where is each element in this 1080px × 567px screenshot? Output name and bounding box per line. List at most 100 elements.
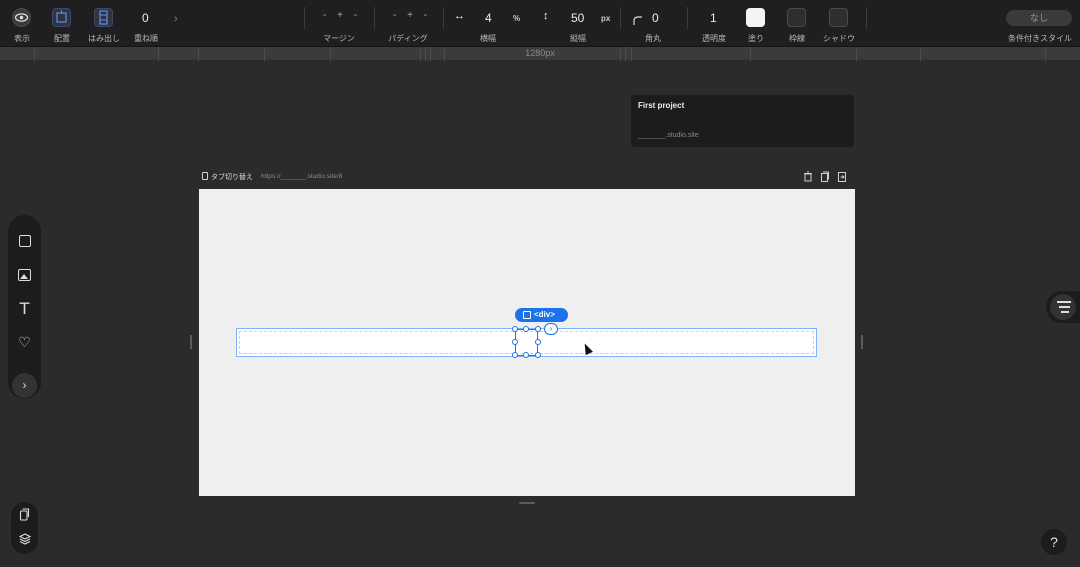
- canvas-header: タブ切り替え https://_______.studio.site/8: [199, 170, 855, 185]
- layout-label: 配置: [54, 34, 70, 43]
- element-tag-badge[interactable]: <div>: [515, 308, 568, 322]
- canvas-bottom-resize-handle[interactable]: [519, 502, 535, 504]
- layout-button[interactable]: 配置: [49, 0, 75, 47]
- border-swatch[interactable]: [787, 8, 806, 27]
- height-arrows-icon: ↕: [543, 10, 549, 22]
- height-control[interactable]: ↕ 50 px 縦幅: [540, 0, 616, 47]
- opacity-label: 透明度: [702, 34, 726, 43]
- zorder-value[interactable]: 0: [142, 11, 149, 25]
- image-icon: [18, 269, 31, 281]
- width-value[interactable]: 4: [485, 11, 492, 25]
- conditional-style-label: 条件付きスタイル: [1008, 34, 1072, 43]
- width-control[interactable]: ↔ 4 % 横幅: [450, 0, 526, 47]
- fill-control[interactable]: 塗り: [743, 0, 769, 47]
- help-button[interactable]: ?: [1041, 529, 1067, 555]
- resize-handle[interactable]: [512, 352, 518, 358]
- border-label: 枠線: [789, 34, 805, 43]
- tab-toggle-label: タブ切り替え: [211, 174, 253, 181]
- resize-handle[interactable]: [512, 339, 518, 345]
- width-unit[interactable]: %: [513, 14, 520, 23]
- resize-handle[interactable]: [535, 352, 541, 358]
- element-tag-label: <div>: [534, 310, 555, 319]
- fill-label: 塗り: [748, 34, 764, 43]
- breakpoint-ruler[interactable]: 1280px: [0, 47, 1080, 61]
- overflow-icon: [94, 8, 113, 27]
- text-icon: T: [19, 299, 30, 318]
- border-control[interactable]: 枠線: [784, 0, 810, 47]
- shadow-swatch[interactable]: [829, 8, 848, 27]
- add-image-button[interactable]: [8, 261, 41, 289]
- canvas[interactable]: <div> ›: [199, 189, 855, 496]
- resize-handle[interactable]: [512, 326, 518, 332]
- trash-icon[interactable]: [803, 171, 813, 182]
- zorder-control[interactable]: 0 重ね順: [131, 0, 161, 47]
- icon-line: [1057, 301, 1071, 303]
- eye-icon: [12, 8, 31, 27]
- height-value[interactable]: 50: [571, 11, 584, 25]
- opacity-control[interactable]: 1 透明度: [697, 0, 731, 47]
- margin-control[interactable]: - + - マージン: [313, 0, 365, 47]
- canvas-left-resize-handle[interactable]: [190, 335, 192, 349]
- view-label: 表示: [14, 34, 30, 43]
- heart-icon: ♡: [18, 334, 31, 350]
- more-tools-button[interactable]: ›: [12, 373, 37, 398]
- width-label: 横幅: [480, 34, 496, 43]
- export-icon[interactable]: [837, 171, 847, 182]
- zorder-label: 重ね順: [134, 34, 158, 43]
- project-title: First project: [638, 101, 685, 110]
- project-card[interactable]: First project _______.studio.site: [631, 95, 854, 147]
- radius-value[interactable]: 0: [652, 11, 659, 25]
- expand-arrow-icon[interactable]: ›: [174, 13, 178, 25]
- opacity-value[interactable]: 1: [710, 11, 717, 25]
- style-panel-toggle[interactable]: [1046, 291, 1080, 323]
- shadow-label: シャドウ: [823, 34, 855, 43]
- shadow-control[interactable]: シャドウ: [822, 0, 856, 47]
- layers-icon[interactable]: [11, 533, 38, 548]
- box-icon: [523, 311, 531, 319]
- page-url[interactable]: https://_______.studio.site/8: [261, 173, 342, 180]
- resize-handle[interactable]: [523, 352, 529, 358]
- box-icon: [19, 235, 31, 247]
- radius-label: 角丸: [645, 34, 661, 43]
- resize-handle[interactable]: [535, 339, 541, 345]
- margin-value[interactable]: - + -: [323, 10, 361, 21]
- add-text-button[interactable]: T: [8, 294, 41, 322]
- margin-label: マージン: [323, 34, 355, 43]
- padding-control[interactable]: - + - パディング: [383, 0, 433, 47]
- height-label: 縦幅: [570, 34, 586, 43]
- radius-control[interactable]: 0 角丸: [628, 0, 678, 47]
- next-element-button[interactable]: ›: [544, 323, 558, 335]
- icon-line: [1059, 306, 1070, 308]
- ruler-width-label: 1280px: [525, 48, 555, 58]
- project-url[interactable]: _______.studio.site: [638, 132, 699, 139]
- height-unit[interactable]: px: [601, 14, 610, 23]
- view-toggle[interactable]: 表示: [9, 0, 35, 47]
- divider: [866, 7, 867, 29]
- icon-line: [1061, 311, 1069, 313]
- add-favorite-button[interactable]: ♡: [8, 328, 41, 356]
- left-toolbar: T ♡ ›: [8, 215, 41, 399]
- divider: [620, 7, 621, 29]
- corner-radius-icon: [633, 12, 642, 30]
- left-bottom-toolbar: [11, 502, 38, 554]
- divider: [374, 7, 375, 29]
- layout-icon: [52, 8, 71, 27]
- resize-handle[interactable]: [535, 326, 541, 332]
- width-arrows-icon: ↔: [454, 10, 465, 22]
- overflow-label: はみ出し: [88, 34, 120, 43]
- divider: [304, 7, 305, 29]
- divider: [687, 7, 688, 29]
- canvas-right-resize-handle[interactable]: [861, 335, 863, 349]
- overflow-button[interactable]: はみ出し: [84, 0, 124, 47]
- padding-value[interactable]: - + -: [393, 10, 431, 21]
- padding-label: パディング: [388, 34, 428, 43]
- top-toolbar: 表示 配置 はみ出し 0 重ね順 › - + - マージン - + - パディン…: [0, 0, 1080, 47]
- fill-swatch[interactable]: [746, 8, 765, 27]
- pages-icon[interactable]: [11, 508, 38, 524]
- resize-handle[interactable]: [523, 326, 529, 332]
- tab-toggle-button[interactable]: タブ切り替え: [202, 172, 253, 182]
- duplicate-icon[interactable]: [820, 171, 830, 182]
- add-box-button[interactable]: [8, 227, 41, 255]
- divider: [443, 7, 444, 29]
- conditional-style: 条件付きスタイル: [1004, 0, 1076, 47]
